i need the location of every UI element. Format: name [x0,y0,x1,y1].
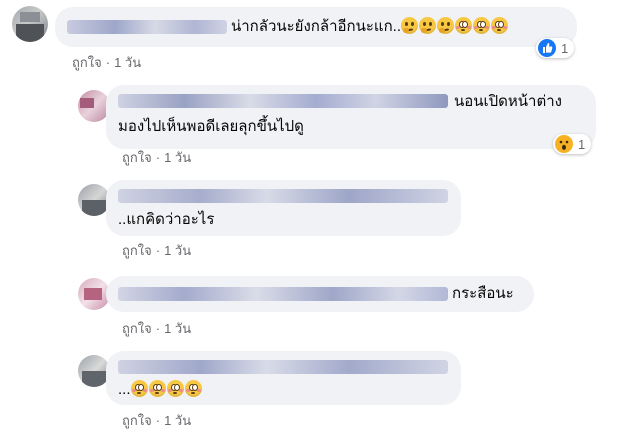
author-name-blurred[interactable] [67,20,227,34]
like-button[interactable]: ถูกใจ [122,413,152,428]
reaction-count-value: 1 [561,40,569,56]
comment-actions: ถูกใจ · 1 วัน [122,240,191,261]
comment-text: ..แกคิดว่าอะไร [118,211,215,228]
separator: · [155,243,161,258]
like-button[interactable]: ถูกใจ [72,55,102,70]
wow-icon [555,135,573,153]
author-name-blurred[interactable] [118,287,448,301]
like-button[interactable]: ถูกใจ [122,321,152,336]
like-icon [538,39,556,57]
separator: · [155,321,161,336]
comment-actions: ถูกใจ · 1 วัน [72,52,141,73]
author-name-blurred[interactable] [118,94,448,108]
avatar[interactable] [12,6,48,42]
comment-bubble: น่ากลัวนะยังกล้าอีกนะแก.. [55,7,577,47]
comment-text: กระสือนะ [452,285,514,302]
like-button[interactable]: ถูกใจ [122,150,152,165]
comment-bubble: ..แกคิดว่าอะไร [106,180,461,236]
author-name-blurred[interactable] [118,189,448,203]
comment-actions: ถูกใจ · 1 วัน [122,318,191,339]
flushed-face-icon [148,380,166,397]
timestamp[interactable]: 1 วัน [114,55,141,70]
flushed-face-icon [130,380,148,397]
comment-bubble: ... [106,351,461,405]
reaction-count-value: 1 [578,136,586,152]
flushed-face-icon [166,380,184,397]
reaction-count[interactable]: 1 [553,134,592,154]
separator: · [105,55,111,70]
comment-text: ... [118,381,131,398]
flushed-face-icon [472,17,490,34]
reaction-count[interactable]: 1 [536,38,575,58]
thinking-face-icon [400,17,418,34]
comment-text-line-2: มองไปเห็นพอดีเลยลุกขึ้นไปดู [118,118,304,135]
comment-text-line-1: นอนเปิดหน้าต่าง [454,93,562,110]
flushed-face-icon [454,17,472,34]
thinking-face-icon [418,17,436,34]
flushed-face-icon [490,17,508,34]
separator: · [155,413,161,428]
comment-actions: ถูกใจ · 1 วัน [122,410,191,431]
comment-bubble: กระสือนะ [106,276,534,312]
flushed-face-icon [184,380,202,397]
comment-actions: ถูกใจ · 1 วัน [122,147,191,168]
author-name-blurred[interactable] [118,360,448,374]
comment-bubble: นอนเปิดหน้าต่าง มองไปเห็นพอดีเลยลุกขึ้นไ… [106,85,596,149]
timestamp[interactable]: 1 วัน [164,150,191,165]
like-button[interactable]: ถูกใจ [122,243,152,258]
separator: · [155,150,161,165]
comment-text: น่ากลัวนะยังกล้าอีกนะแก.. [231,18,401,35]
timestamp[interactable]: 1 วัน [164,243,191,258]
timestamp[interactable]: 1 วัน [164,321,191,336]
timestamp[interactable]: 1 วัน [164,413,191,428]
thinking-face-icon [436,17,454,34]
